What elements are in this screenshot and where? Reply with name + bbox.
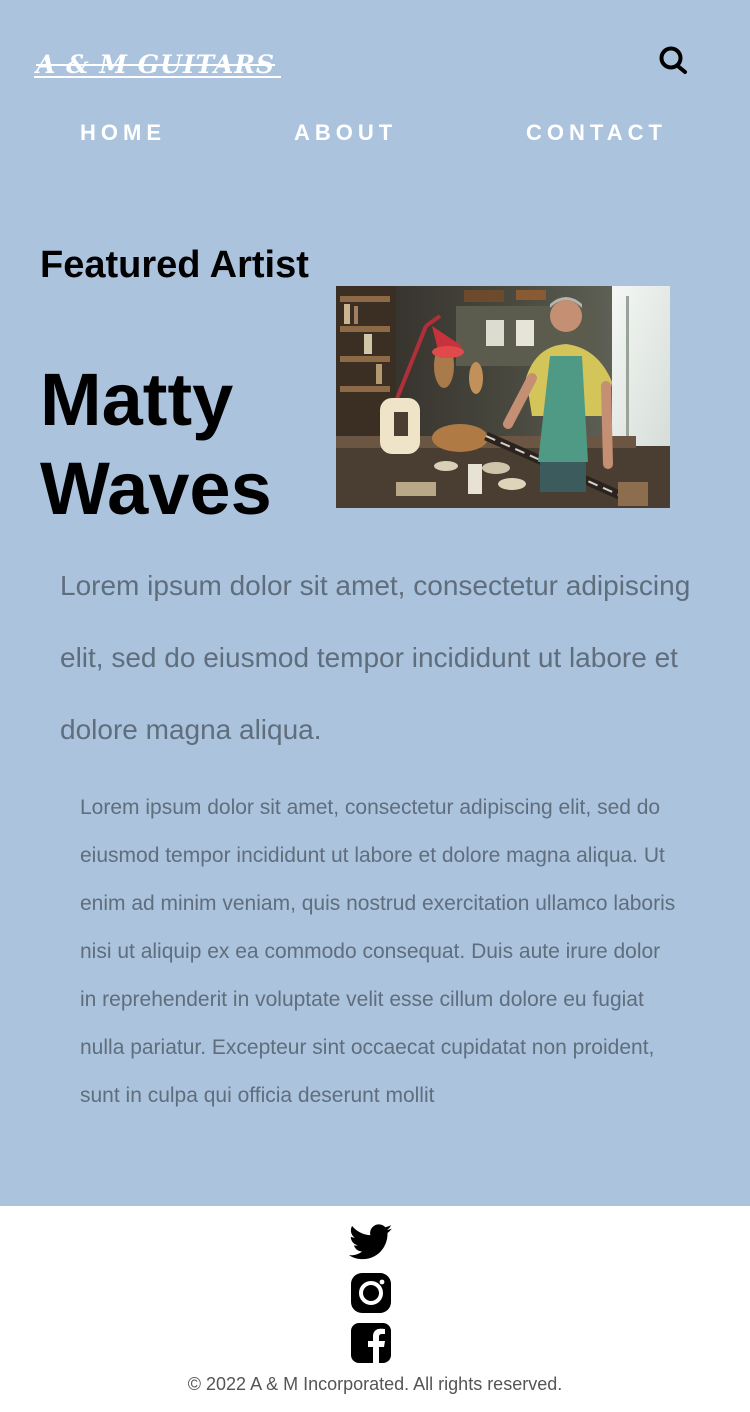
footer: © 2022 A & M Incorporated. All rights re… — [0, 1206, 750, 1412]
nav-about-link[interactable]: ABOUT — [294, 120, 397, 146]
artist-photo — [336, 286, 670, 508]
page: A & M GUITARS HOME ABOUT CONTACT Feature… — [0, 0, 750, 1412]
brand-logo[interactable]: A & M GUITARS — [33, 50, 282, 79]
featured-artist-heading: Featured Artist — [40, 244, 309, 286]
main-nav: HOME ABOUT CONTACT — [0, 120, 750, 152]
intro-paragraph: Lorem ipsum dolor sit amet, consectetur … — [60, 570, 691, 745]
instagram-icon[interactable] — [348, 1270, 394, 1316]
twitter-icon[interactable] — [348, 1220, 394, 1266]
search-icon[interactable] — [656, 44, 690, 78]
nav-contact-link[interactable]: CONTACT — [526, 120, 667, 146]
artist-name: Matty Waves — [40, 358, 272, 530]
main-section: A & M GUITARS HOME ABOUT CONTACT Feature… — [0, 0, 750, 1206]
body-paragraph: Lorem ipsum dolor sit amet, consectetur … — [80, 796, 676, 1107]
facebook-icon[interactable] — [348, 1320, 394, 1366]
nav-home-link[interactable]: HOME — [80, 120, 166, 146]
copyright-text: © 2022 A & M Incorporated. All rights re… — [187, 1374, 563, 1394]
